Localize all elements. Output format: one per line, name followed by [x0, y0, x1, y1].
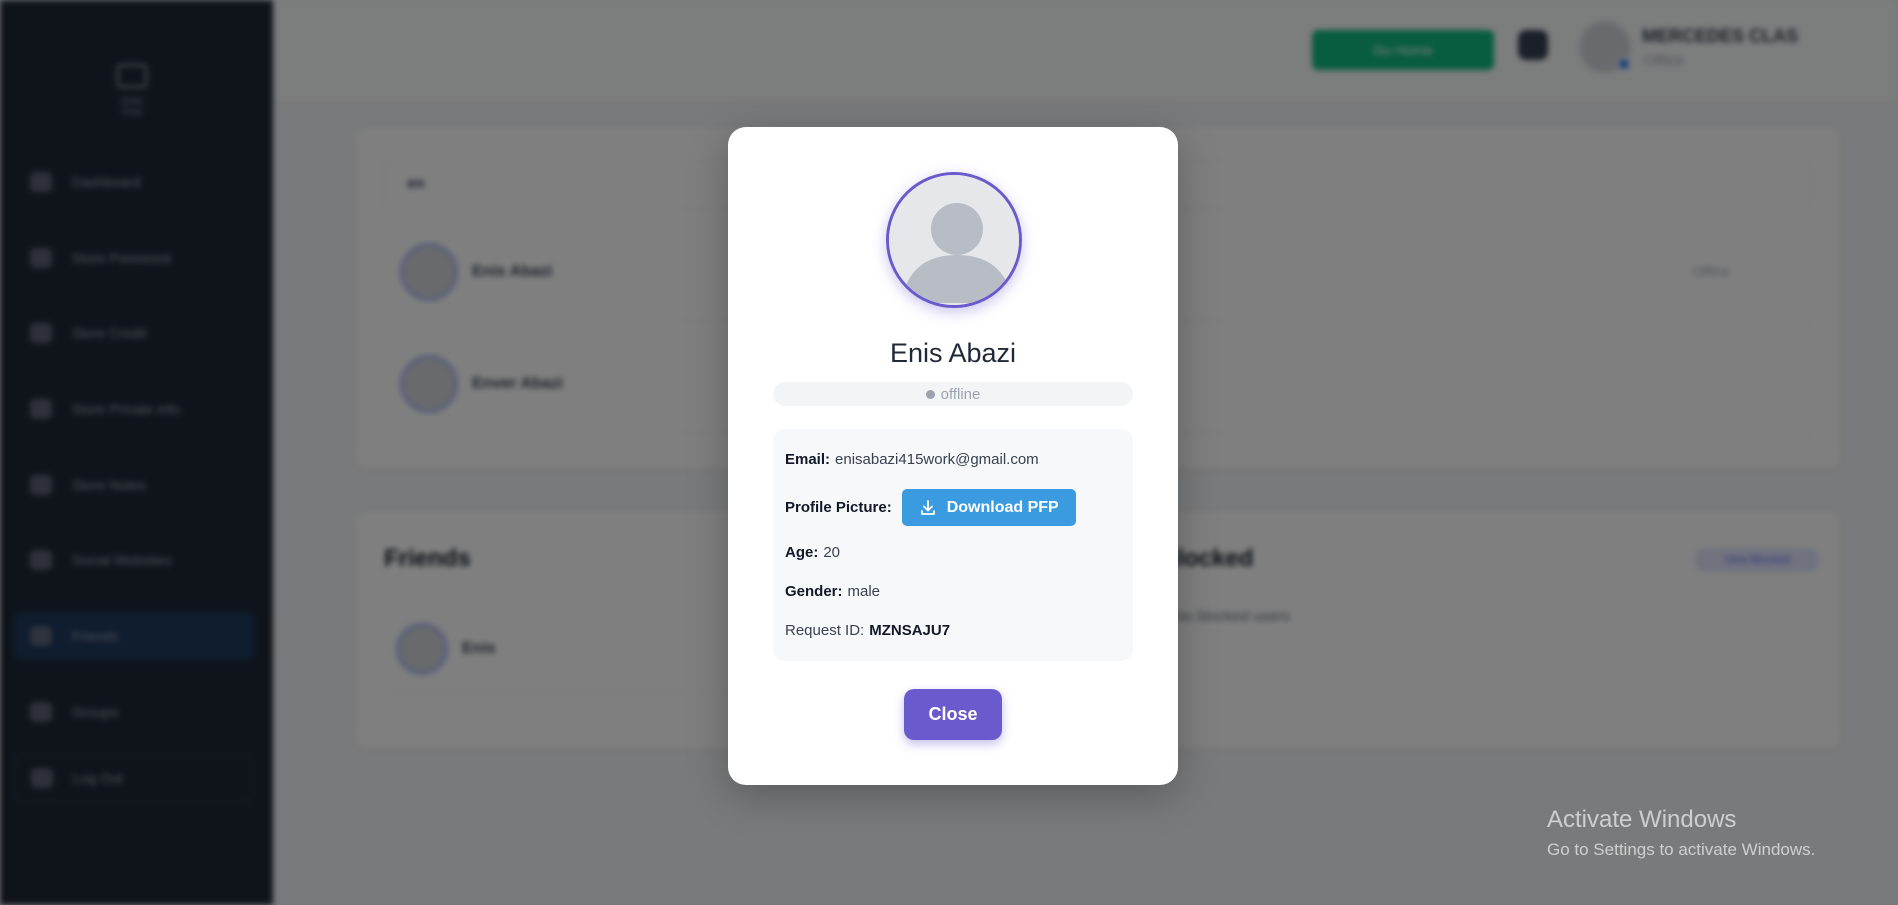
download-pfp-label: Download PFP [946, 498, 1059, 516]
profile-avatar [886, 172, 1022, 308]
request-id-row: Request ID: MZNSAJU7 [785, 622, 955, 639]
request-id-value: MZNSAJU7 [869, 622, 951, 639]
profile-name: Enis Abazi [889, 338, 1017, 368]
age-label: Age: [785, 544, 819, 561]
email-row: Email: enisabazi415work@gmail.com [785, 451, 1039, 468]
watermark-subtitle: Go to Settings to activate Windows. [1547, 840, 1816, 859]
gender-row: Gender: male [785, 583, 880, 600]
gender-label: Gender: [785, 583, 843, 600]
request-id-label: Request ID: [785, 622, 865, 639]
profile-info-box: Email: enisabazi415work@gmail.com Profil… [773, 429, 1133, 661]
windows-activation-watermark: Activate Windows Go to Settings to activ… [1547, 806, 1815, 860]
age-value: 20 [823, 544, 841, 561]
status-dot-icon [925, 389, 935, 399]
status-badge: offline [773, 382, 1133, 406]
gender-value: male [847, 583, 881, 600]
download-icon [920, 499, 935, 515]
profile-picture-row: Profile Picture: Download PFP [785, 489, 1076, 526]
email-value: enisabazi415work@gmail.com [835, 451, 1039, 468]
profile-picture-label: Profile Picture: [785, 499, 892, 516]
default-avatar-icon [889, 175, 1019, 305]
profile-modal: Enis Abazi offline Email: enisabazi415wo… [728, 127, 1178, 785]
download-pfp-button[interactable]: Download PFP [901, 489, 1076, 526]
status-text: offline [940, 385, 981, 403]
close-button[interactable]: Close [904, 689, 1002, 740]
age-row: Age: 20 [785, 544, 840, 561]
watermark-title: Activate Windows [1547, 806, 1737, 833]
email-label: Email: [785, 451, 831, 468]
